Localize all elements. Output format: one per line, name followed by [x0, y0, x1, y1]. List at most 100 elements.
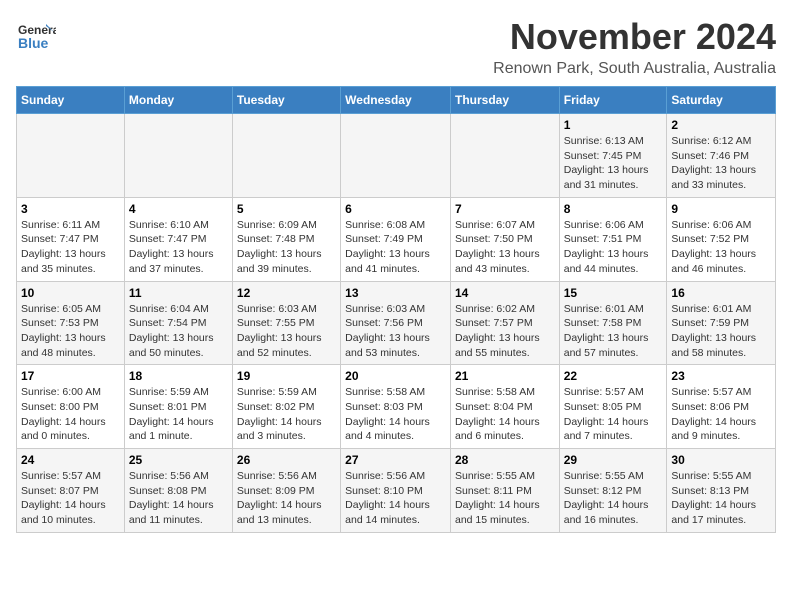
- day-number: 14: [455, 286, 555, 300]
- day-number: 5: [237, 202, 336, 216]
- calendar-cell: 5 Sunrise: 6:09 AM Sunset: 7:48 PM Daylig…: [232, 197, 340, 281]
- day-content: Sunrise: 5:59 AM Sunset: 8:01 PM Dayligh…: [129, 385, 228, 444]
- header-thursday: Thursday: [450, 87, 559, 114]
- calendar-cell: [341, 114, 451, 198]
- calendar-cell: 29 Sunrise: 5:55 AM Sunset: 8:12 PM Dayli…: [559, 449, 667, 533]
- calendar-row-3: 17 Sunrise: 6:00 AM Sunset: 8:00 PM Dayli…: [17, 365, 776, 449]
- day-content: Sunrise: 5:55 AM Sunset: 8:12 PM Dayligh…: [564, 469, 663, 528]
- calendar-header-row: Sunday Monday Tuesday Wednesday Thursday…: [17, 87, 776, 114]
- calendar-row-4: 24Sunrise: 5:57 AM Sunset: 8:07 PM Dayli…: [17, 449, 776, 533]
- calendar-row-0: 1 Sunrise: 6:13 AM Sunset: 7:45 PM Daylig…: [17, 114, 776, 198]
- logo-icon: General Blue: [16, 16, 56, 56]
- day-number: 29: [564, 453, 663, 467]
- calendar-cell: 11 Sunrise: 6:04 AM Sunset: 7:54 PM Dayli…: [124, 281, 232, 365]
- day-content: Sunrise: 5:55 AM Sunset: 8:11 PM Dayligh…: [455, 469, 555, 528]
- calendar-cell: [124, 114, 232, 198]
- day-content: Sunrise: 5:55 AM Sunset: 8:13 PM Dayligh…: [671, 469, 771, 528]
- calendar-row-1: 3Sunrise: 6:11 AM Sunset: 7:47 PM Daylig…: [17, 197, 776, 281]
- calendar-cell: 24Sunrise: 5:57 AM Sunset: 8:07 PM Dayli…: [17, 449, 125, 533]
- day-number: 3: [21, 202, 120, 216]
- day-content: Sunrise: 6:01 AM Sunset: 7:59 PM Dayligh…: [671, 302, 771, 361]
- header-friday: Friday: [559, 87, 667, 114]
- calendar-row-2: 10 Sunrise: 6:05 AM Sunset: 7:53 PM Dayli…: [17, 281, 776, 365]
- day-content: Sunrise: 6:12 AM Sunset: 7:46 PM Dayligh…: [671, 134, 771, 193]
- day-content: Sunrise: 5:59 AM Sunset: 8:02 PM Dayligh…: [237, 385, 336, 444]
- calendar-cell: 12Sunrise: 6:03 AM Sunset: 7:55 PM Dayli…: [232, 281, 340, 365]
- day-content: Sunrise: 5:56 AM Sunset: 8:08 PM Dayligh…: [129, 469, 228, 528]
- day-number: 22: [564, 369, 663, 383]
- calendar-cell: [17, 114, 125, 198]
- day-number: 24: [21, 453, 120, 467]
- day-content: Sunrise: 6:08 AM Sunset: 7:49 PM Dayligh…: [345, 218, 446, 277]
- page-subtitle: Renown Park, South Australia, Australia: [493, 60, 776, 78]
- day-content: Sunrise: 6:06 AM Sunset: 7:52 PM Dayligh…: [671, 218, 771, 277]
- day-number: 27: [345, 453, 446, 467]
- calendar-cell: 18 Sunrise: 5:59 AM Sunset: 8:01 PM Dayli…: [124, 365, 232, 449]
- day-number: 19: [237, 369, 336, 383]
- day-content: Sunrise: 6:06 AM Sunset: 7:51 PM Dayligh…: [564, 218, 663, 277]
- calendar-cell: 3Sunrise: 6:11 AM Sunset: 7:47 PM Daylig…: [17, 197, 125, 281]
- title-area: November 2024 Renown Park, South Austral…: [493, 16, 776, 78]
- day-content: Sunrise: 6:03 AM Sunset: 7:56 PM Dayligh…: [345, 302, 446, 361]
- calendar-cell: 8 Sunrise: 6:06 AM Sunset: 7:51 PM Daylig…: [559, 197, 667, 281]
- day-number: 4: [129, 202, 228, 216]
- day-number: 2: [671, 118, 771, 132]
- header-sunday: Sunday: [17, 87, 125, 114]
- day-number: 23: [671, 369, 771, 383]
- day-number: 20: [345, 369, 446, 383]
- day-number: 6: [345, 202, 446, 216]
- day-number: 9: [671, 202, 771, 216]
- header-monday: Monday: [124, 87, 232, 114]
- calendar-cell: 22 Sunrise: 5:57 AM Sunset: 8:05 PM Dayli…: [559, 365, 667, 449]
- header-tuesday: Tuesday: [232, 87, 340, 114]
- day-number: 11: [129, 286, 228, 300]
- day-content: Sunrise: 6:01 AM Sunset: 7:58 PM Dayligh…: [564, 302, 663, 361]
- day-content: Sunrise: 6:07 AM Sunset: 7:50 PM Dayligh…: [455, 218, 555, 277]
- calendar-cell: 1 Sunrise: 6:13 AM Sunset: 7:45 PM Daylig…: [559, 114, 667, 198]
- day-number: 1: [564, 118, 663, 132]
- day-number: 26: [237, 453, 336, 467]
- day-content: Sunrise: 6:09 AM Sunset: 7:48 PM Dayligh…: [237, 218, 336, 277]
- day-number: 8: [564, 202, 663, 216]
- day-content: Sunrise: 5:56 AM Sunset: 8:09 PM Dayligh…: [237, 469, 336, 528]
- calendar-cell: 15 Sunrise: 6:01 AM Sunset: 7:58 PM Dayli…: [559, 281, 667, 365]
- day-number: 13: [345, 286, 446, 300]
- calendar-cell: [232, 114, 340, 198]
- calendar-cell: 4 Sunrise: 6:10 AM Sunset: 7:47 PM Daylig…: [124, 197, 232, 281]
- calendar-cell: 9 Sunrise: 6:06 AM Sunset: 7:52 PM Daylig…: [667, 197, 776, 281]
- day-content: Sunrise: 5:57 AM Sunset: 8:05 PM Dayligh…: [564, 385, 663, 444]
- day-number: 21: [455, 369, 555, 383]
- day-content: Sunrise: 5:58 AM Sunset: 8:04 PM Dayligh…: [455, 385, 555, 444]
- day-number: 12: [237, 286, 336, 300]
- day-content: Sunrise: 6:00 AM Sunset: 8:00 PM Dayligh…: [21, 385, 120, 444]
- day-number: 28: [455, 453, 555, 467]
- calendar-cell: 17 Sunrise: 6:00 AM Sunset: 8:00 PM Dayli…: [17, 365, 125, 449]
- calendar-cell: 6 Sunrise: 6:08 AM Sunset: 7:49 PM Daylig…: [341, 197, 451, 281]
- calendar-cell: 23 Sunrise: 5:57 AM Sunset: 8:06 PM Dayli…: [667, 365, 776, 449]
- calendar-cell: 7Sunrise: 6:07 AM Sunset: 7:50 PM Daylig…: [450, 197, 559, 281]
- calendar-cell: 20 Sunrise: 5:58 AM Sunset: 8:03 PM Dayli…: [341, 365, 451, 449]
- day-number: 17: [21, 369, 120, 383]
- calendar-table: Sunday Monday Tuesday Wednesday Thursday…: [16, 86, 776, 533]
- day-content: Sunrise: 5:57 AM Sunset: 8:06 PM Dayligh…: [671, 385, 771, 444]
- logo: General Blue: [16, 16, 56, 56]
- day-content: Sunrise: 6:04 AM Sunset: 7:54 PM Dayligh…: [129, 302, 228, 361]
- day-content: Sunrise: 6:10 AM Sunset: 7:47 PM Dayligh…: [129, 218, 228, 277]
- calendar-cell: 21 Sunrise: 5:58 AM Sunset: 8:04 PM Dayli…: [450, 365, 559, 449]
- day-content: Sunrise: 6:13 AM Sunset: 7:45 PM Dayligh…: [564, 134, 663, 193]
- day-content: Sunrise: 6:05 AM Sunset: 7:53 PM Dayligh…: [21, 302, 120, 361]
- calendar-cell: 16 Sunrise: 6:01 AM Sunset: 7:59 PM Dayli…: [667, 281, 776, 365]
- svg-text:Blue: Blue: [18, 35, 49, 51]
- day-content: Sunrise: 5:58 AM Sunset: 8:03 PM Dayligh…: [345, 385, 446, 444]
- calendar-cell: 10 Sunrise: 6:05 AM Sunset: 7:53 PM Dayli…: [17, 281, 125, 365]
- calendar-cell: 2 Sunrise: 6:12 AM Sunset: 7:46 PM Daylig…: [667, 114, 776, 198]
- header-saturday: Saturday: [667, 87, 776, 114]
- day-number: 10: [21, 286, 120, 300]
- day-number: 15: [564, 286, 663, 300]
- day-number: 16: [671, 286, 771, 300]
- header-wednesday: Wednesday: [341, 87, 451, 114]
- calendar-cell: [450, 114, 559, 198]
- calendar-cell: 13 Sunrise: 6:03 AM Sunset: 7:56 PM Dayli…: [341, 281, 451, 365]
- calendar-cell: 27Sunrise: 5:56 AM Sunset: 8:10 PM Dayli…: [341, 449, 451, 533]
- day-number: 18: [129, 369, 228, 383]
